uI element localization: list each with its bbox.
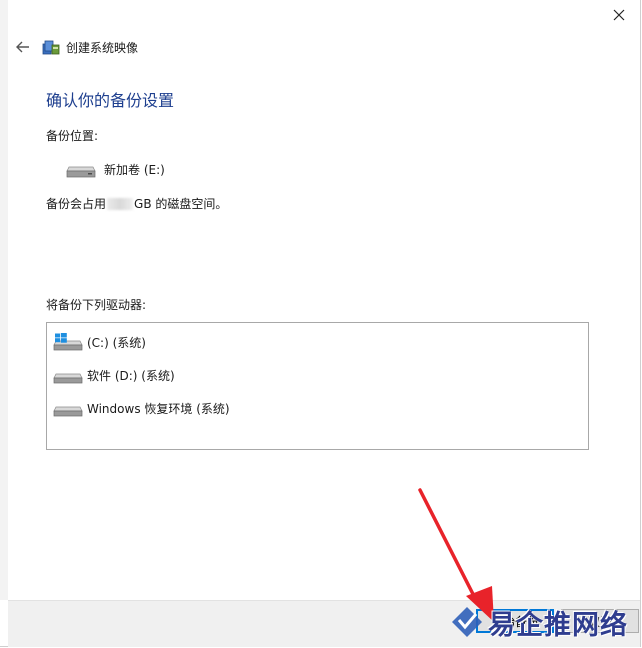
redacted-size: [107, 197, 134, 210]
drive-item-recovery: Windows 恢复环境 (系统): [53, 399, 230, 417]
cancel-button[interactable]: 取消: [561, 609, 639, 633]
button-bar: 开始备份 取消: [8, 600, 640, 647]
wizard-title: 创建系统映像: [66, 40, 139, 55]
window-left-edge: [0, 0, 8, 600]
page-title: 确认你的备份设置: [46, 91, 175, 110]
drive-icon: [66, 166, 96, 177]
start-backup-button[interactable]: 开始备份: [476, 609, 554, 633]
drive-label: Windows 恢复环境 (系统): [87, 401, 230, 416]
drives-listbox[interactable]: (C:) (系统) 软件 (D:) (系统) Windows 恢复环境 (系统): [46, 322, 589, 450]
close-button[interactable]: [608, 4, 630, 26]
drive-label: (C:) (系统): [87, 335, 146, 350]
backup-space-text: 备份会占用 GB 的磁盘空间。: [46, 195, 227, 212]
wizard-header: 创建系统映像: [14, 37, 138, 57]
space-suffix: GB 的磁盘空间。: [134, 197, 228, 211]
drive-label: 软件 (D:) (系统): [87, 368, 175, 383]
drives-list-label: 将备份下列驱动器:: [46, 298, 147, 312]
back-arrow-icon: [16, 41, 29, 53]
drive-icon: [53, 373, 83, 384]
back-button[interactable]: [14, 38, 32, 56]
backup-location-label: 备份位置:: [46, 129, 99, 143]
drive-item-c: (C:) (系统): [53, 333, 146, 351]
backup-volume-name: 新加卷 (E:): [104, 163, 165, 177]
space-prefix: 备份会占用: [46, 197, 107, 211]
drive-icon: [53, 406, 83, 417]
windows-drive-icon: [53, 333, 83, 351]
close-icon: [613, 9, 625, 21]
drive-item-d: 软件 (D:) (系统): [53, 366, 175, 384]
backup-wizard-icon: [42, 40, 60, 55]
backup-target-volume: 新加卷 (E:): [66, 161, 165, 178]
